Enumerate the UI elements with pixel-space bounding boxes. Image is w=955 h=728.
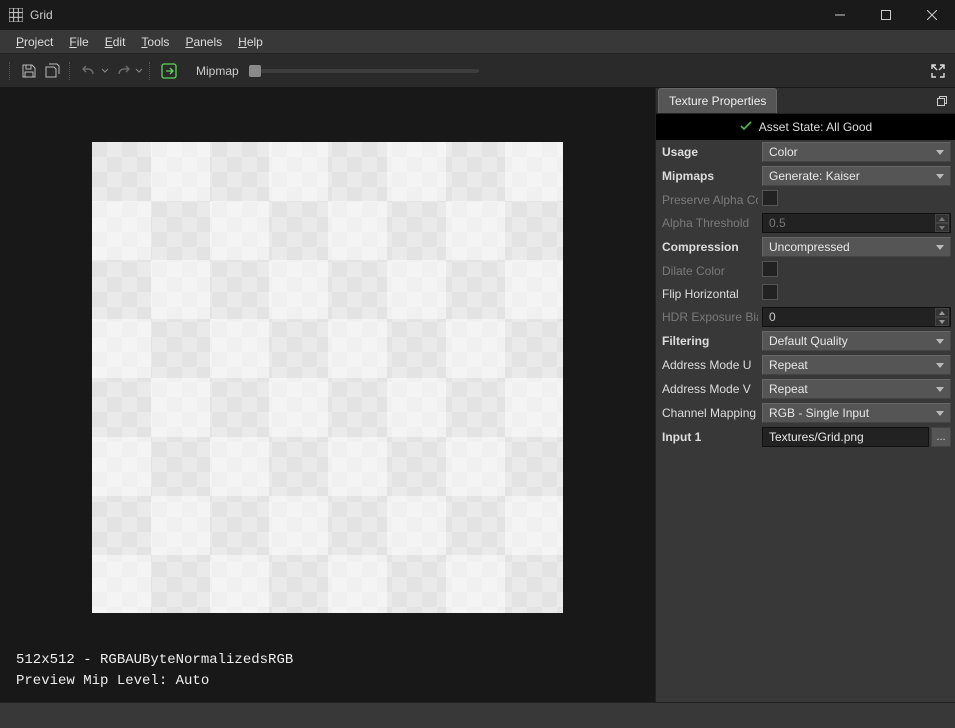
menu-tools[interactable]: Tools bbox=[133, 32, 177, 52]
titlebar: Grid bbox=[0, 0, 955, 30]
label-input1: Input 1 bbox=[656, 425, 758, 449]
checkbox-dilate-color bbox=[762, 261, 778, 277]
menu-panels[interactable]: Panels bbox=[177, 32, 230, 52]
asset-state-bar: Asset State: All Good bbox=[656, 114, 955, 140]
input-alpha-threshold: 0.5 bbox=[762, 213, 951, 233]
mipmap-slider-thumb[interactable] bbox=[249, 65, 261, 77]
app-icon bbox=[8, 7, 24, 23]
save-all-button[interactable] bbox=[42, 60, 64, 82]
menu-project[interactable]: Project bbox=[8, 32, 61, 52]
menu-help[interactable]: Help bbox=[230, 32, 271, 52]
label-dilate-color: Dilate Color bbox=[656, 259, 758, 282]
label-alpha-threshold: Alpha Threshold bbox=[656, 211, 758, 235]
dropdown-addr-u[interactable]: Repeat bbox=[762, 355, 951, 375]
mipmap-label: Mipmap bbox=[196, 64, 239, 78]
close-button[interactable] bbox=[909, 0, 955, 30]
dropdown-filtering[interactable]: Default Quality bbox=[762, 331, 951, 351]
toolbar: Mipmap bbox=[0, 54, 955, 88]
statusbar bbox=[0, 702, 955, 728]
menu-edit[interactable]: Edit bbox=[97, 32, 134, 52]
redo-button[interactable] bbox=[112, 60, 134, 82]
asset-state-text: Asset State: All Good bbox=[759, 120, 872, 134]
label-addr-u: Address Mode U bbox=[656, 353, 758, 377]
undo-button[interactable] bbox=[78, 60, 100, 82]
mipmap-slider[interactable] bbox=[249, 69, 479, 73]
minimize-button[interactable] bbox=[817, 0, 863, 30]
window-title: Grid bbox=[30, 8, 817, 22]
label-channel-mapping: Channel Mapping bbox=[656, 401, 758, 425]
dropdown-addr-v[interactable]: Repeat bbox=[762, 379, 951, 399]
label-mipmaps: Mipmaps bbox=[656, 164, 758, 188]
dropdown-mipmaps[interactable]: Generate: Kaiser bbox=[762, 166, 951, 186]
restore-panel-icon[interactable] bbox=[933, 92, 951, 110]
undo-dropdown[interactable] bbox=[100, 67, 110, 75]
label-flip-horizontal: Flip Horizontal bbox=[656, 282, 758, 305]
import-button[interactable] bbox=[158, 60, 180, 82]
check-icon bbox=[739, 119, 753, 136]
fullscreen-toggle-button[interactable] bbox=[927, 60, 949, 82]
menu-file[interactable]: File bbox=[61, 32, 96, 52]
dropdown-usage[interactable]: Color bbox=[762, 142, 951, 162]
viewport-info: 512x512 - RGBAUByteNormalizedsRGB Previe… bbox=[16, 650, 293, 692]
save-button[interactable] bbox=[18, 60, 40, 82]
browse-input1-button[interactable]: ... bbox=[931, 427, 951, 447]
input-hdr-bias[interactable]: 0 bbox=[762, 307, 951, 327]
checkbox-flip-horizontal[interactable] bbox=[762, 284, 778, 300]
label-usage: Usage bbox=[656, 140, 758, 164]
label-hdr-bias: HDR Exposure Bias bbox=[656, 305, 758, 329]
redo-dropdown[interactable] bbox=[134, 67, 144, 75]
label-preserve-alpha: Preserve Alpha Coverage bbox=[656, 188, 758, 211]
checkbox-preserve-alpha bbox=[762, 190, 778, 206]
maximize-button[interactable] bbox=[863, 0, 909, 30]
dropdown-compression[interactable]: Uncompressed bbox=[762, 237, 951, 257]
texture-viewport[interactable]: 512x512 - RGBAUByteNormalizedsRGB Previe… bbox=[0, 88, 655, 702]
property-grid: Usage Color Mipmaps Generate: Kaiser Pre… bbox=[656, 140, 955, 449]
tab-texture-properties[interactable]: Texture Properties bbox=[658, 88, 777, 113]
label-filtering: Filtering bbox=[656, 329, 758, 353]
properties-panel: Texture Properties Asset State: All Good… bbox=[655, 88, 955, 702]
dropdown-channel-mapping[interactable]: RGB - Single Input bbox=[762, 403, 951, 423]
label-addr-v: Address Mode V bbox=[656, 377, 758, 401]
menubar: Project File Edit Tools Panels Help bbox=[0, 30, 955, 54]
texture-canvas bbox=[92, 142, 563, 613]
label-compression: Compression bbox=[656, 235, 758, 259]
input-input1[interactable]: Textures/Grid.png bbox=[762, 427, 929, 447]
